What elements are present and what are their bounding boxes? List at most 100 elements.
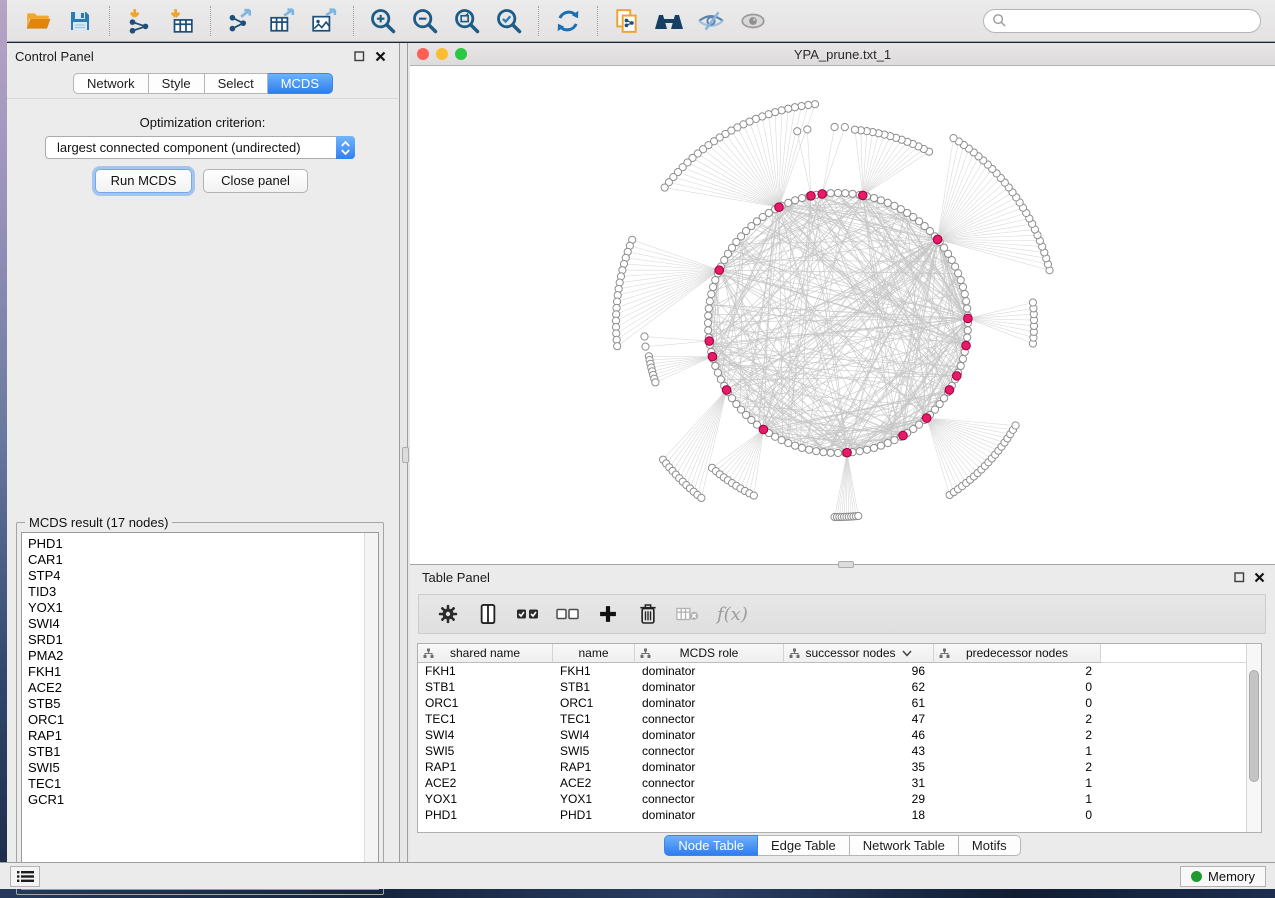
close-panel-button[interactable]: Close panel — [203, 169, 308, 193]
export-network-icon[interactable] — [225, 6, 255, 36]
memory-button[interactable]: Memory — [1180, 866, 1266, 887]
column-header-MCDS-role[interactable]: MCDS role — [635, 644, 784, 663]
tab-select[interactable]: Select — [205, 73, 268, 94]
table-panel-float-icon[interactable] — [1233, 571, 1246, 584]
zoom-fit-icon[interactable] — [452, 6, 482, 36]
node-table[interactable]: shared namenameMCDS rolesuccessor nodesp… — [417, 643, 1262, 833]
mcds-list-scrollbar[interactable] — [364, 533, 378, 889]
table-cell: dominator — [635, 759, 784, 775]
column-header-successor-nodes[interactable]: successor nodes — [784, 644, 934, 663]
mcds-result-item[interactable]: STP4 — [22, 568, 363, 584]
main-toolbar — [7, 0, 1275, 42]
table-row[interactable]: STB1STB1dominator620 — [418, 679, 1261, 695]
table-row[interactable]: ACE2ACE2connector311 — [418, 775, 1261, 791]
table-row[interactable]: SWI5SWI5connector431 — [418, 743, 1261, 759]
table-cell: RAP1 — [418, 759, 553, 775]
vertical-splitter[interactable] — [400, 43, 410, 862]
table-cell: 62 — [784, 679, 934, 695]
mcds-result-item[interactable]: STB1 — [22, 744, 363, 760]
save-session-icon[interactable] — [65, 6, 95, 36]
new-network-from-selection-icon[interactable] — [612, 6, 642, 36]
mcds-result-group: MCDS result (17 nodes) PHD1CAR1STP4TID3Y… — [16, 522, 384, 895]
deselect-all-icon[interactable] — [555, 601, 581, 627]
control-panel-close-icon[interactable] — [374, 50, 387, 63]
mcds-result-item[interactable]: PHD1 — [22, 536, 363, 552]
table-cell: 29 — [784, 791, 934, 807]
run-mcds-button[interactable]: Run MCDS — [95, 169, 192, 193]
table-row[interactable]: RAP1RAP1dominator352 — [418, 759, 1261, 775]
network-window-title: YPA_prune.txt_1 — [410, 47, 1275, 62]
table-row[interactable]: YOX1YOX1connector291 — [418, 791, 1261, 807]
tab-motifs[interactable]: Motifs — [959, 835, 1021, 856]
tab-node-table[interactable]: Node Table — [664, 835, 758, 856]
search-field[interactable] — [983, 9, 1261, 33]
export-image-icon[interactable] — [309, 6, 339, 36]
vertical-splitter-handle[interactable] — [402, 447, 409, 463]
zoom-in-icon[interactable] — [368, 6, 398, 36]
add-column-icon[interactable] — [595, 601, 621, 627]
table-row[interactable]: PHD1PHD1dominator180 — [418, 807, 1261, 823]
show-all-icon[interactable] — [738, 6, 768, 36]
tab-mcds[interactable]: MCDS — [268, 73, 333, 94]
column-header-predecessor-nodes[interactable]: predecessor nodes — [934, 644, 1101, 663]
mcds-result-item[interactable]: PMA2 — [22, 648, 363, 664]
tab-style[interactable]: Style — [149, 73, 205, 94]
import-table-icon[interactable] — [166, 6, 196, 36]
open-session-icon[interactable] — [23, 6, 53, 36]
table-row[interactable]: SWI4SWI4dominator462 — [418, 727, 1261, 743]
control-panel-float-icon[interactable] — [353, 50, 366, 63]
mcds-result-item[interactable]: YOX1 — [22, 600, 363, 616]
import-network-icon[interactable] — [124, 6, 154, 36]
mcds-result-item[interactable]: SWI4 — [22, 616, 363, 632]
mcds-result-item[interactable]: CAR1 — [22, 552, 363, 568]
control-panel-tabs: NetworkStyleSelectMCDS — [7, 73, 399, 94]
mcds-result-item[interactable]: GCR1 — [22, 792, 363, 808]
mcds-result-item[interactable]: TID3 — [22, 584, 363, 600]
table-panel-close-icon[interactable] — [1253, 571, 1266, 584]
export-table-icon[interactable] — [267, 6, 297, 36]
table-row[interactable]: FKH1FKH1dominator962 — [418, 663, 1261, 679]
mcds-result-item[interactable]: ORC1 — [22, 712, 363, 728]
table-row[interactable]: ORC1ORC1dominator610 — [418, 695, 1261, 711]
first-neighbors-icon[interactable] — [654, 6, 684, 36]
toolbar-separator — [353, 6, 354, 36]
mcds-result-item[interactable]: ACE2 — [22, 680, 363, 696]
table-scrollbar-thumb[interactable] — [1249, 670, 1259, 782]
mcds-result-item[interactable]: SRD1 — [22, 632, 363, 648]
settings-gear-icon[interactable] — [435, 601, 461, 627]
hide-selected-icon[interactable] — [696, 6, 726, 36]
mcds-result-item[interactable]: STB5 — [22, 696, 363, 712]
delete-table-icon-disabled — [675, 601, 701, 627]
table-cell: YOX1 — [418, 791, 553, 807]
status-list-button[interactable] — [10, 866, 40, 887]
zoom-out-icon[interactable] — [410, 6, 440, 36]
table-cell: PHD1 — [418, 807, 553, 823]
column-header-shared-name[interactable]: shared name — [418, 644, 553, 663]
column-chooser-icon[interactable] — [475, 601, 501, 627]
table-cell: connector — [635, 711, 784, 727]
optimization-criterion-dropdown[interactable]: largest connected component (undirected) — [45, 136, 355, 159]
column-header-name[interactable]: name — [553, 644, 635, 663]
select-all-icon[interactable] — [515, 601, 541, 627]
mcds-result-list[interactable]: PHD1CAR1STP4TID3YOX1SWI4SRD1PMA2FKH1ACE2… — [21, 532, 379, 890]
zoom-selected-icon[interactable] — [494, 6, 524, 36]
network-canvas[interactable] — [410, 66, 1275, 564]
search-input[interactable] — [1007, 12, 1260, 30]
delete-column-trash-icon[interactable] — [635, 601, 661, 627]
tab-network[interactable]: Network — [73, 73, 149, 94]
table-scrollbar[interactable] — [1246, 644, 1261, 832]
table-cell: 2 — [934, 711, 1101, 727]
table-cell: ACE2 — [553, 775, 635, 791]
table-panel-tabs: Node TableEdge TableNetwork TableMotifs — [410, 835, 1275, 856]
mcds-result-item[interactable]: SWI5 — [22, 760, 363, 776]
memory-label: Memory — [1208, 869, 1255, 884]
mcds-panel: Optimization criterion: largest connecte… — [7, 98, 398, 862]
table-row[interactable]: TEC1TEC1connector472 — [418, 711, 1261, 727]
refresh-icon[interactable] — [553, 6, 583, 36]
mcds-result-item[interactable]: TEC1 — [22, 776, 363, 792]
mcds-result-item[interactable]: RAP1 — [22, 728, 363, 744]
tab-edge-table[interactable]: Edge Table — [758, 835, 850, 856]
mcds-result-item[interactable]: FKH1 — [22, 664, 363, 680]
tab-network-table[interactable]: Network Table — [850, 835, 959, 856]
horizontal-splitter-handle[interactable] — [838, 561, 854, 568]
